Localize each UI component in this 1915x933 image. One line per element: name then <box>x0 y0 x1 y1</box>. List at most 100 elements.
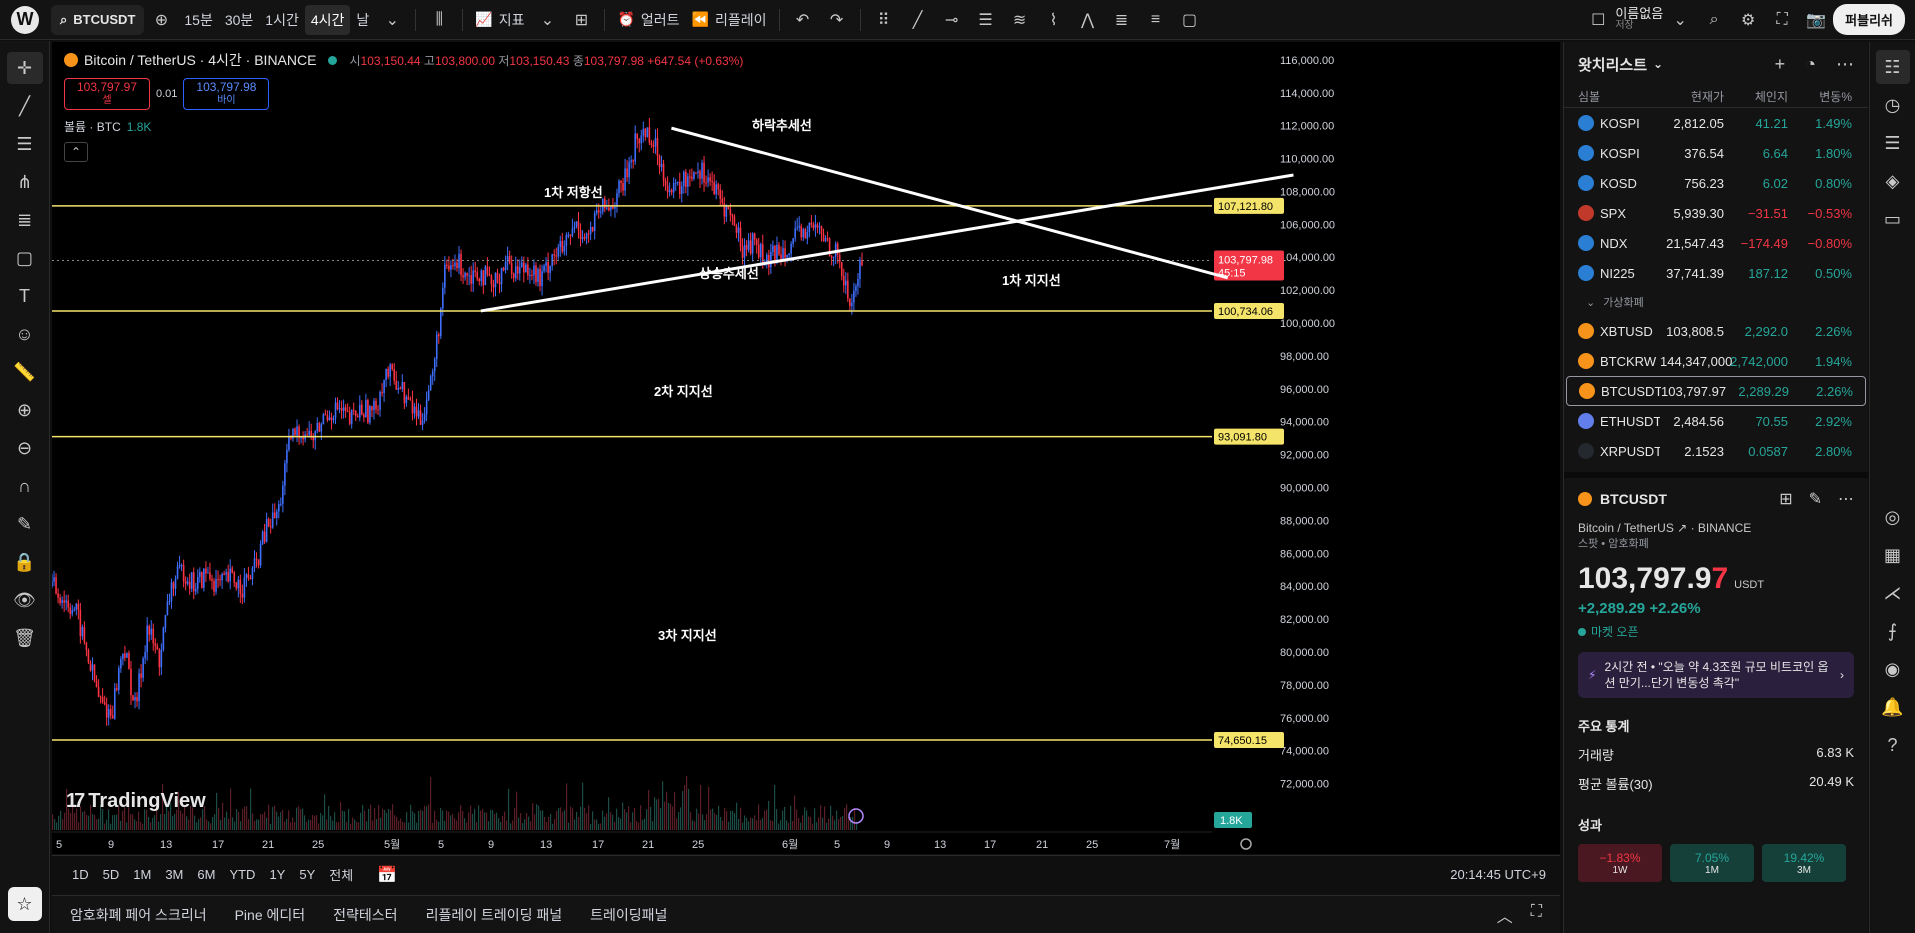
add-symbol-icon[interactable]: + <box>1775 54 1786 75</box>
trendline-tool-icon[interactable]: ╱ <box>901 5 935 35</box>
publish-button[interactable]: 퍼블리쉬 <box>1833 4 1905 35</box>
col-change[interactable]: 체인지 <box>1724 88 1788 105</box>
tab-replay-trading[interactable]: 리플레이 트레이딩 패널 <box>426 905 563 925</box>
col-change-pct[interactable]: 변동% <box>1788 88 1852 105</box>
quick-search-icon[interactable]: ⌕ <box>1697 5 1731 35</box>
buy-button[interactable]: 103,797.98 바이 <box>183 78 270 110</box>
favorites-star-icon[interactable]: ☆ <box>7 887 42 921</box>
chart-pane[interactable]: 116,000.00 114,000.00 112,000.00 110,000.00… <box>52 42 1560 854</box>
col-symbol[interactable]: 심볼 <box>1578 88 1660 105</box>
alert-button[interactable]: ⏰ 얼러트 <box>611 5 685 35</box>
emoji-icon[interactable]: ☺ <box>7 318 43 350</box>
watchlist-group-crypto[interactable]: ⌄ 가상화폐 <box>1564 288 1868 316</box>
zoom-in-icon[interactable]: ⊕ <box>7 394 43 426</box>
layout-dropdown-icon[interactable]: ⌄ <box>1663 5 1697 35</box>
indicators-button[interactable]: 📈 지표 <box>469 5 530 35</box>
ruler-icon[interactable]: 📏 <box>7 356 43 388</box>
watchlist-row[interactable]: ETHUSDT 2,484.56 70.55 2.92% <box>1564 406 1868 436</box>
horizontal-lines-icon[interactable]: ☰ <box>7 128 43 160</box>
col-last[interactable]: 현재가 <box>1660 88 1724 105</box>
camera-snapshot-icon[interactable]: 📷 <box>1799 5 1833 35</box>
user-avatar[interactable]: W <box>11 5 39 34</box>
watchlist-icon[interactable]: ☷ <box>1875 50 1910 84</box>
trendline-icon[interactable]: ╱ <box>7 90 43 122</box>
interval-15m[interactable]: 15분 <box>178 5 218 35</box>
layout-name-button[interactable]: 이름없음 저장 <box>1615 7 1663 32</box>
interval-day[interactable]: 날 <box>350 5 375 35</box>
chat-icon[interactable]: ▭ <box>1876 202 1910 236</box>
range-1y[interactable]: 1Y <box>263 863 291 886</box>
tab-crypto-screener[interactable]: 암호화폐 페어 스크리너 <box>70 905 207 925</box>
pine-icon[interactable]: ⨍ <box>1876 614 1910 648</box>
watchlist-row[interactable]: SPX 5,939.30 −31.51 −0.53% <box>1564 198 1868 228</box>
price-chart[interactable]: 116,000.00 114,000.00 112,000.00 110,000.00… <box>52 42 1560 854</box>
target-icon[interactable]: ◎ <box>1876 500 1910 534</box>
text-tool-icon[interactable]: T <box>7 280 43 312</box>
tab-strategy-tester[interactable]: 전략테스터 <box>333 905 397 925</box>
range-1m[interactable]: 1M <box>127 863 157 886</box>
clock-timezone[interactable]: 20:14:45 UTC+9 <box>1450 867 1546 882</box>
range-ytd[interactable]: YTD <box>223 863 261 886</box>
replay-button[interactable]: ⏪ 리플레이 <box>686 5 773 35</box>
range-5d[interactable]: 5D <box>97 863 126 886</box>
settings-gear-icon[interactable]: ⚙ <box>1731 5 1765 35</box>
details-name[interactable]: Bitcoin / TetherUS <box>1578 521 1674 535</box>
edit-icon[interactable]: ✎ <box>1809 489 1822 509</box>
help-icon[interactable]: ? <box>1876 728 1910 762</box>
uptrend-line[interactable] <box>480 173 1294 313</box>
range-5y[interactable]: 5Y <box>293 863 321 886</box>
horizontal-ray-icon[interactable]: ⊸ <box>935 5 969 35</box>
range-1d[interactable]: 1D <box>66 863 95 886</box>
magnet-icon[interactable]: ∩ <box>7 470 43 502</box>
external-link-icon[interactable]: ↗ <box>1677 521 1690 535</box>
crosshair-icon[interactable]: ✛ <box>6 52 43 84</box>
candle-type-icon[interactable]: ⫼ <box>422 5 456 35</box>
shape-rectangle-icon[interactable]: ▢ <box>7 242 43 274</box>
layouts-grid-icon[interactable]: ⊞ <box>564 5 598 35</box>
go-to-date-icon[interactable]: 📅 <box>371 861 403 889</box>
downtrend-line[interactable] <box>671 126 1229 280</box>
regression-channel-icon[interactable]: ≋ <box>1003 5 1037 35</box>
redo-icon[interactable]: ↷ <box>820 5 854 35</box>
checkbox-icon[interactable]: ☐ <box>1581 5 1615 35</box>
interval-30m[interactable]: 30분 <box>219 5 259 35</box>
compare-add-icon[interactable]: ⊕ <box>144 5 178 35</box>
undo-icon[interactable]: ↶ <box>786 5 820 35</box>
maximize-panel-icon[interactable]: ⛶ <box>1531 903 1542 927</box>
lock-icon[interactable]: 🔒 <box>7 546 43 578</box>
range-all[interactable]: 전체 <box>323 861 359 888</box>
more-options-icon[interactable]: ⋯ <box>1836 54 1854 75</box>
chevron-down-icon[interactable]: ⌄ <box>1653 57 1663 71</box>
sell-button[interactable]: 103,797.97 셀 <box>64 78 150 110</box>
chevron-up-icon[interactable]: ︿ <box>1497 903 1513 927</box>
zoom-out-icon[interactable]: ⊖ <box>7 432 43 464</box>
object-tree-icon[interactable]: ☰ <box>1876 126 1910 160</box>
rectangle-tool-icon[interactable]: ▢ <box>1173 5 1207 35</box>
watchlist-row[interactable]: NI225 37,741.39 187.12 0.50% <box>1564 258 1868 288</box>
watchlist-row[interactable]: KOSPI 376.54 6.64 1.80% <box>1564 138 1868 168</box>
watchlist-row[interactable]: KOSD 756.23 6.02 0.80% <box>1564 168 1868 198</box>
watchlist-row[interactable]: BTCUSDT 103,797.97 2,289.29 2.26% <box>1566 376 1866 406</box>
trading-icon[interactable]: ⋌ <box>1876 576 1910 610</box>
pattern-tool-icon[interactable]: ⋀ <box>1071 5 1105 35</box>
notification-bell-icon[interactable]: 🔔 <box>1876 690 1910 724</box>
more-options-icon[interactable]: ⋯ <box>1838 489 1854 509</box>
tab-pine-editor[interactable]: Pine 에디터 <box>235 905 306 925</box>
interval-dropdown-icon[interactable]: ⌄ <box>375 5 409 35</box>
calendar-icon[interactable]: ▦ <box>1876 538 1910 572</box>
grid-view-icon[interactable]: ⊞ <box>1779 489 1792 509</box>
eye-icon[interactable]: 👁 <box>7 584 43 616</box>
watchlist-row[interactable]: XBTUSD 103,808.5 2,292.0 2.26% <box>1564 316 1868 346</box>
watchlist-title[interactable]: 왓치리스트 <box>1578 54 1647 75</box>
elliott-wave-icon[interactable]: ⌇ <box>1037 5 1071 35</box>
fullscreen-icon[interactable]: ⛶ <box>1765 5 1799 35</box>
fib-extension-icon[interactable]: ≡ <box>1139 5 1173 35</box>
pitchfork-icon[interactable]: ⋔ <box>7 166 43 198</box>
indicators-dropdown-icon[interactable]: ⌄ <box>530 5 564 35</box>
pencil-lock-icon[interactable]: ✎ <box>7 508 43 540</box>
fib-retracement-icon[interactable]: ≣ <box>1105 5 1139 35</box>
layers-icon[interactable]: ◈ <box>1876 164 1910 198</box>
collapse-legend-icon[interactable]: ⌃ <box>64 142 88 162</box>
range-6m[interactable]: 6M <box>191 863 221 886</box>
broadcast-icon[interactable]: ◉ <box>1876 652 1910 686</box>
